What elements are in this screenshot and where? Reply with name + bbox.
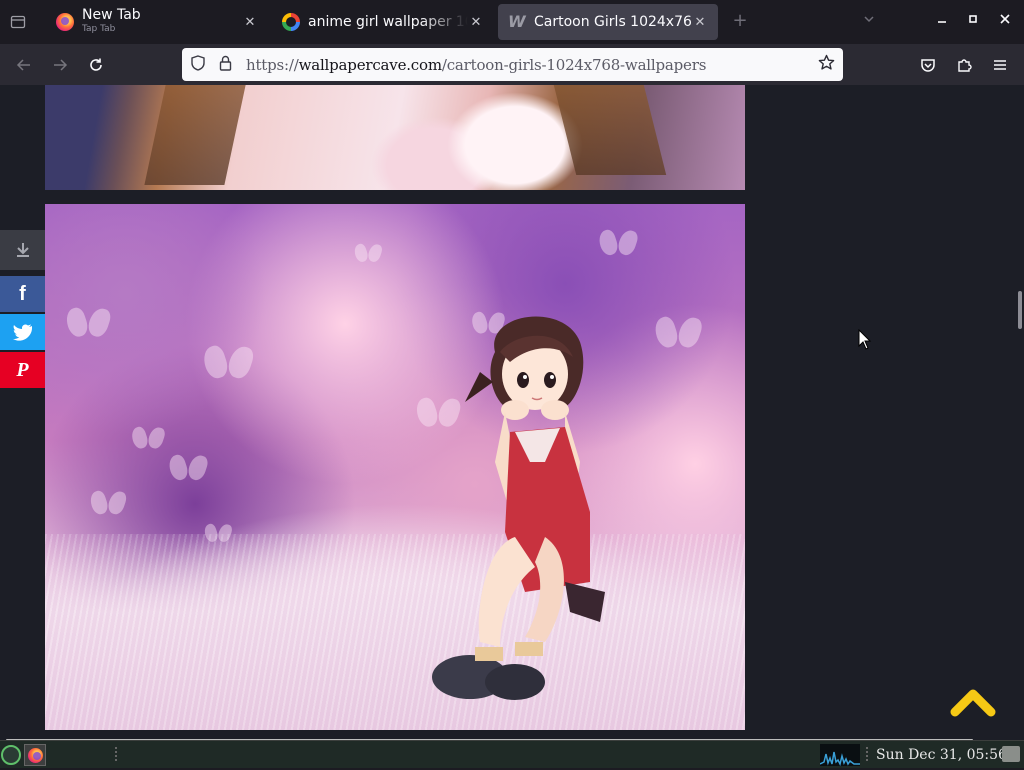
screenshot-tray-icon[interactable] bbox=[1002, 746, 1020, 762]
forward-button[interactable] bbox=[47, 52, 73, 78]
firefox-view-icon bbox=[10, 15, 26, 29]
taskbar-separator bbox=[115, 747, 117, 763]
vertical-scrollbar-thumb[interactable] bbox=[1018, 291, 1022, 329]
wallpaper-thumbnail[interactable] bbox=[45, 204, 745, 730]
tab-title: Cartoon Girls 1024x768 W bbox=[534, 14, 692, 30]
butterfly-decoration bbox=[205, 346, 252, 382]
start-menu-button[interactable] bbox=[1, 745, 21, 765]
close-window-button[interactable] bbox=[995, 12, 1015, 32]
twitter-icon bbox=[12, 324, 32, 341]
pinterest-icon: P bbox=[16, 358, 29, 381]
minimize-icon bbox=[938, 21, 946, 23]
arrow-right-icon bbox=[54, 59, 68, 71]
download-button[interactable] bbox=[0, 230, 45, 270]
firefox-icon bbox=[56, 13, 74, 31]
butterfly-decoration bbox=[91, 491, 125, 517]
cpu-monitor-graph bbox=[819, 744, 860, 767]
arrow-left-icon bbox=[16, 59, 30, 71]
wallpapercave-icon: W bbox=[508, 12, 526, 31]
reload-button[interactable] bbox=[83, 52, 109, 78]
anime-girl-illustration bbox=[432, 316, 605, 700]
tab-title: anime girl wallpaper 10 bbox=[308, 14, 468, 30]
butterfly-decoration bbox=[132, 427, 163, 451]
tab-strip: New Tab Tap Tab ✕ anime girl wallpaper 1… bbox=[0, 0, 1024, 44]
tab-title: New Tab Tap Tab bbox=[82, 8, 141, 34]
taskbar-firefox-button[interactable] bbox=[24, 744, 46, 766]
taskbar: Sun Dec 31, 05:56 bbox=[0, 740, 1024, 768]
facebook-share-button[interactable]: f bbox=[0, 276, 45, 312]
reload-icon bbox=[90, 58, 102, 71]
butterfly-decoration bbox=[170, 455, 206, 483]
butterfly-decoration bbox=[600, 230, 636, 258]
tab-wallpapercave[interactable]: W Cartoon Girls 1024x768 W ✕ bbox=[498, 4, 718, 40]
shield-icon[interactable] bbox=[187, 54, 209, 75]
hamburger-menu-icon bbox=[994, 60, 1006, 70]
pocket-button[interactable] bbox=[915, 52, 941, 78]
butterfly-decoration bbox=[355, 244, 381, 264]
navigation-toolbar: https://wallpapercave.com/cartoon-girls-… bbox=[0, 44, 1024, 85]
taskbar-clock[interactable]: Sun Dec 31, 05:56 bbox=[876, 747, 1007, 763]
page-content: f P bbox=[0, 85, 1024, 740]
share-sidebar: f P bbox=[0, 230, 45, 390]
menu-button[interactable] bbox=[987, 52, 1013, 78]
lock-icon[interactable] bbox=[214, 55, 236, 75]
twitter-share-button[interactable] bbox=[0, 314, 45, 350]
firefox-icon bbox=[27, 747, 43, 763]
firefox-view-button[interactable] bbox=[8, 12, 28, 32]
pocket-icon bbox=[921, 59, 935, 72]
close-icon[interactable]: ✕ bbox=[692, 15, 708, 30]
wallpaper-thumbnail-previous[interactable] bbox=[45, 85, 745, 190]
chevron-down-icon bbox=[864, 16, 874, 23]
google-icon bbox=[282, 13, 300, 31]
close-icon bbox=[1000, 14, 1010, 24]
maximize-icon bbox=[969, 15, 977, 23]
mouse-cursor-icon bbox=[858, 329, 872, 350]
scroll-to-top-button[interactable] bbox=[948, 685, 998, 719]
chevron-up-icon bbox=[950, 689, 996, 717]
url-text: https://wallpapercave.com/cartoon-girls-… bbox=[246, 55, 707, 74]
tab-google-search[interactable]: anime girl wallpaper 10 ✕ bbox=[272, 4, 494, 40]
butterfly-decoration bbox=[67, 308, 109, 340]
bookmark-star-icon[interactable] bbox=[818, 54, 835, 76]
puzzle-icon bbox=[958, 59, 972, 72]
taskbar-separator bbox=[866, 747, 868, 763]
maximize-button[interactable] bbox=[963, 12, 983, 32]
extensions-button[interactable] bbox=[951, 52, 977, 78]
list-all-tabs-button[interactable] bbox=[860, 13, 878, 31]
close-icon[interactable]: ✕ bbox=[242, 15, 258, 30]
minimize-button[interactable] bbox=[932, 12, 952, 32]
close-icon[interactable]: ✕ bbox=[468, 15, 484, 30]
download-icon bbox=[16, 243, 29, 257]
back-button[interactable] bbox=[11, 52, 37, 78]
pinterest-share-button[interactable]: P bbox=[0, 352, 45, 388]
butterfly-decoration bbox=[656, 317, 700, 351]
url-bar[interactable]: https://wallpapercave.com/cartoon-girls-… bbox=[182, 48, 843, 81]
facebook-icon: f bbox=[19, 282, 26, 305]
tab-new-tab[interactable]: New Tab Tap Tab ✕ bbox=[46, 4, 268, 40]
new-tab-button[interactable]: + bbox=[730, 12, 750, 32]
